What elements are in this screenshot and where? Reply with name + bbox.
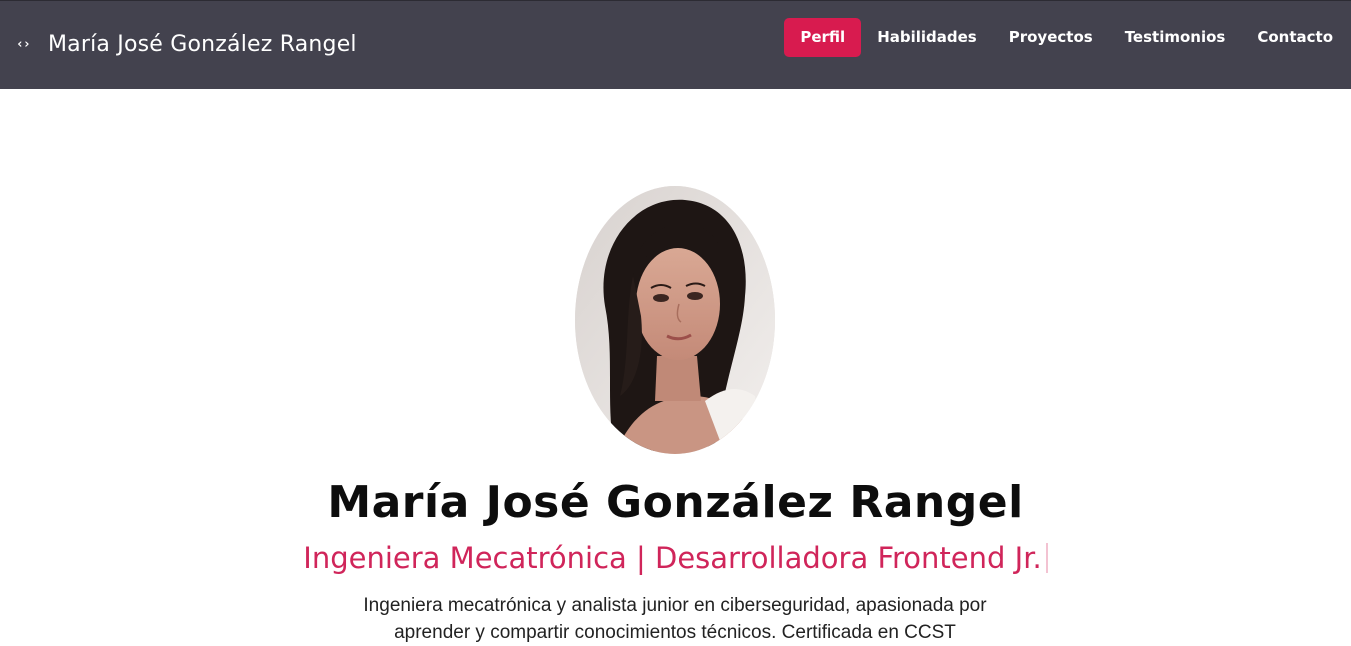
nav-link-habilidades[interactable]: Habilidades (861, 18, 993, 57)
typing-cursor (1045, 543, 1048, 573)
profile-photo-illustration (575, 186, 775, 454)
nav-menu: Perfil Habilidades Proyectos Testimonios… (784, 18, 1351, 57)
brand-link[interactable]: ‹› María José González Rangel (16, 32, 357, 57)
brand-name: María José González Rangel (48, 32, 357, 57)
profile-photo (575, 186, 775, 454)
nav-link-perfil[interactable]: Perfil (784, 18, 862, 57)
profile-section: María José González Rangel Ingeniera Mec… (0, 89, 1351, 643)
profile-name: María José González Rangel (327, 477, 1024, 528)
nav-link-proyectos[interactable]: Proyectos (993, 18, 1109, 57)
profile-role-text: Ingeniera Mecatrónica | Desarrolladora F… (303, 541, 1042, 575)
profile-description: Ingeniera mecatrónica y analista junior … (363, 595, 987, 643)
nav-link-contacto[interactable]: Contacto (1241, 18, 1351, 57)
code-icon: ‹› (16, 37, 31, 52)
nav-link-testimonios[interactable]: Testimonios (1109, 18, 1242, 57)
profile-role: Ingeniera Mecatrónica | Desarrolladora F… (0, 541, 1351, 575)
top-navbar: ‹› María José González Rangel Perfil Hab… (0, 0, 1351, 89)
